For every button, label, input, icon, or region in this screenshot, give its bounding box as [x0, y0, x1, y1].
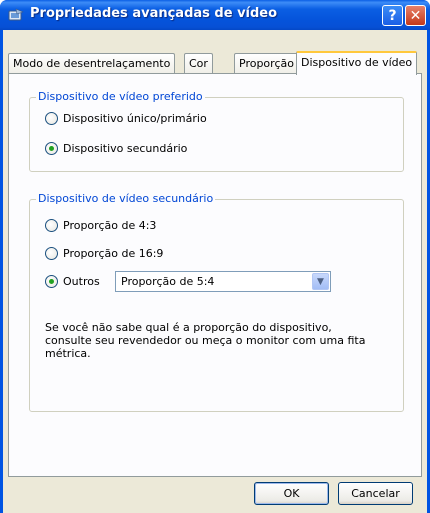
preferred-device-group-title: Dispositivo de vídeo preferido	[36, 90, 205, 103]
radio-label: Proporção de 16:9	[63, 247, 164, 260]
radio-label: Dispositivo secundário	[63, 142, 188, 155]
preferred-device-group: Dispositivo de vídeo preferido Dispositi…	[29, 90, 404, 172]
radio-ratio-16-9[interactable]: Proporção de 16:9	[45, 247, 163, 260]
window-title: Propriedades avançadas de vídeo	[30, 6, 278, 21]
secondary-device-group-title: Dispositivo de vídeo secundário	[36, 192, 216, 205]
radio-button-checked[interactable]	[45, 142, 58, 155]
ok-button[interactable]: OK	[254, 482, 329, 505]
secondary-device-group: Dispositivo de vídeo secundário Proporçã…	[29, 192, 404, 412]
cancel-button[interactable]: Cancelar	[338, 482, 413, 505]
radio-label: Dispositivo único/primário	[63, 112, 207, 125]
other-ratio-select[interactable]: Proporção de 5:4 ▼	[115, 271, 331, 292]
radio-label: Outros	[63, 275, 100, 288]
help-button[interactable]: ?	[382, 5, 403, 26]
radio-other[interactable]: Outros	[45, 275, 100, 288]
radio-button[interactable]	[45, 247, 58, 260]
help-note: Se você não sabe qual é a proporção do d…	[45, 321, 366, 360]
tab-panel: Dispositivo de vídeo preferido Dispositi…	[8, 73, 422, 477]
radio-single-primary[interactable]: Dispositivo único/primário	[45, 112, 207, 125]
dialog-window: Propriedades avançadas de vídeo ? ✕ Modo…	[0, 0, 430, 513]
radio-button[interactable]	[45, 112, 58, 125]
tab-deinterlace[interactable]: Modo de desentrelaçamento	[8, 53, 176, 73]
chevron-down-icon[interactable]: ▼	[312, 273, 329, 290]
other-ratio-select-value: Proporção de 5:4	[121, 275, 215, 288]
radio-secondary-device[interactable]: Dispositivo secundário	[45, 142, 187, 155]
radio-button-checked[interactable]	[45, 275, 58, 288]
close-button[interactable]: ✕	[405, 5, 426, 26]
dialog-body: Modo de desentrelaçamento Cor Proporção …	[3, 30, 427, 513]
video-settings-icon	[8, 8, 24, 21]
tab-color[interactable]: Cor	[184, 53, 213, 73]
tab-aspect-ratio[interactable]: Proporção	[234, 53, 299, 73]
radio-button[interactable]	[45, 219, 58, 232]
tab-video-device[interactable]: Dispositivo de vídeo	[296, 51, 418, 75]
radio-label: Proporção de 4:3	[63, 219, 157, 232]
title-bar[interactable]: Propriedades avançadas de vídeo ? ✕	[0, 0, 430, 30]
radio-ratio-4-3[interactable]: Proporção de 4:3	[45, 219, 156, 232]
